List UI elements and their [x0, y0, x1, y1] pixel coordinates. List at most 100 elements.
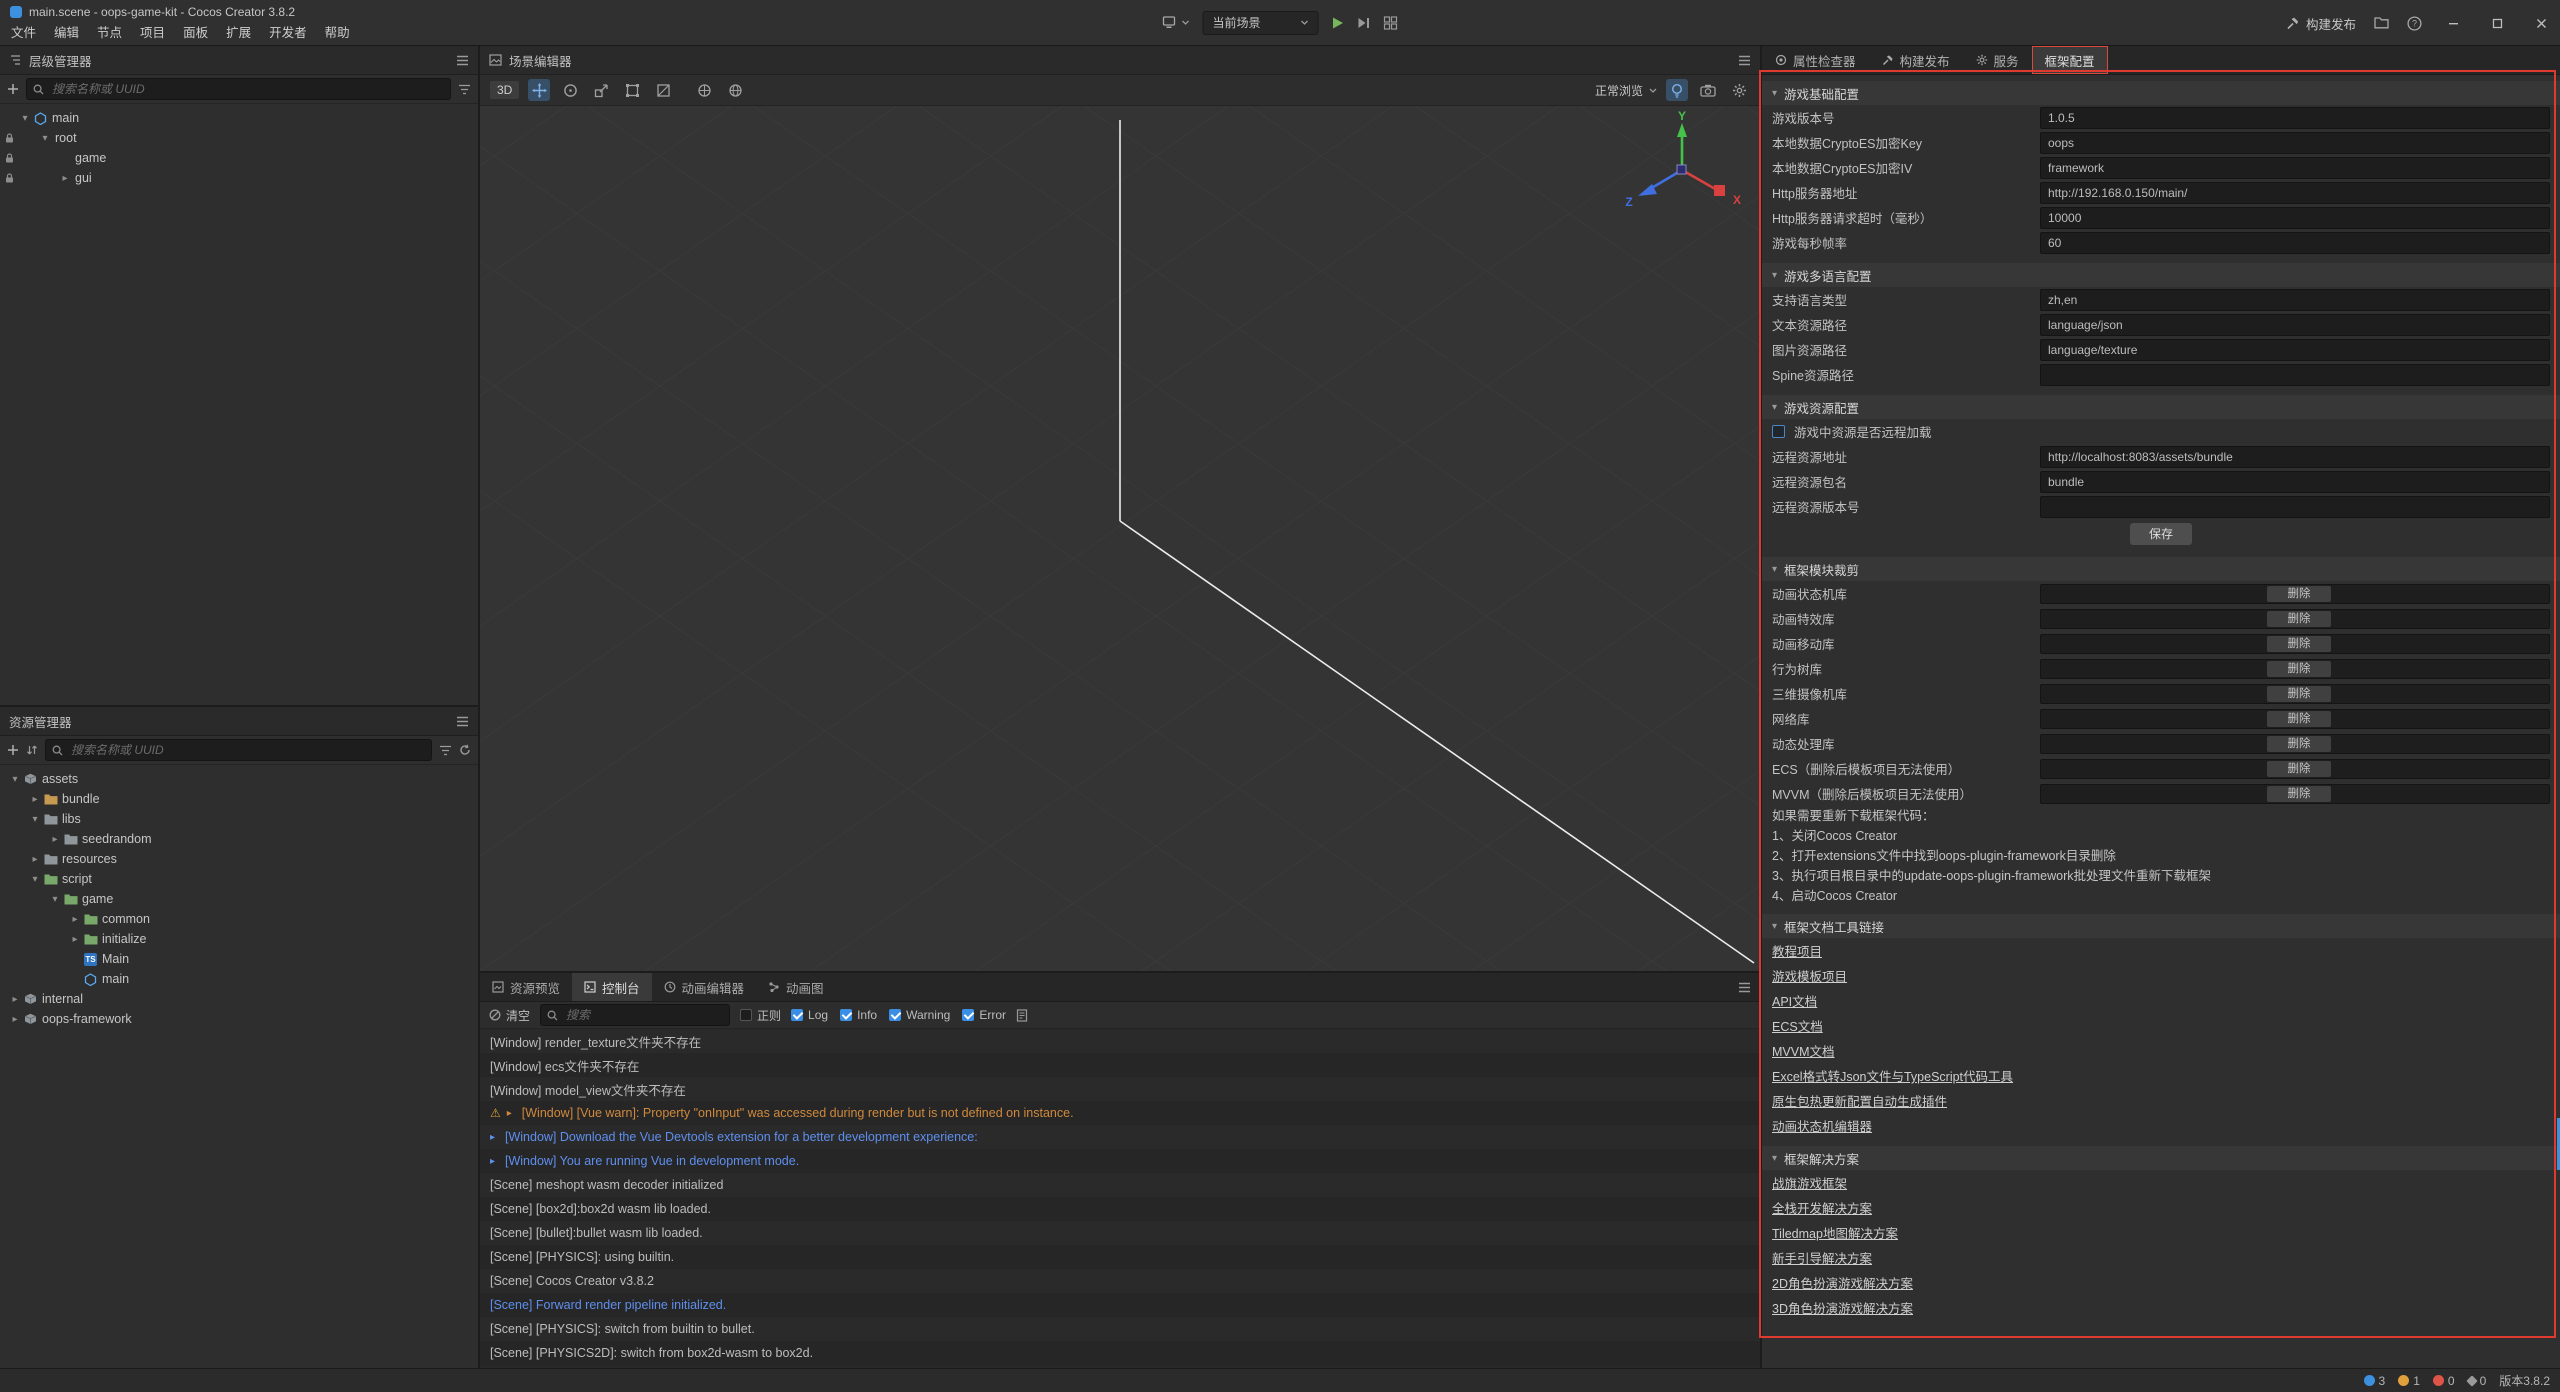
dimension-toggle[interactable]: 3D [490, 81, 519, 99]
info-count[interactable]: 3 [2364, 1374, 2386, 1388]
log-row[interactable]: [Window] render_texture文件夹不存在 [480, 1029, 1760, 1053]
field-input[interactable]: language/json [2040, 314, 2550, 336]
error-count[interactable]: 0 [2433, 1374, 2455, 1388]
log-row[interactable]: [Window] model_view文件夹不存在 [480, 1077, 1760, 1101]
field-input[interactable] [2040, 364, 2550, 386]
log-row[interactable]: [Scene] [PHYSICS]: switch from builtin t… [480, 1317, 1760, 1341]
delete-button[interactable]: 删除 [2267, 686, 2331, 702]
log-settings-icon[interactable] [1016, 1009, 1028, 1022]
checkbox-icon[interactable] [840, 1009, 852, 1021]
doc-link[interactable]: Excel格式转Json文件与TypeScript代码工具 [1772, 1066, 2013, 1085]
help-icon[interactable]: ? [2407, 16, 2422, 31]
inspector-tab-1[interactable]: 属性检查器 [1762, 46, 1869, 74]
solution-link[interactable]: 2D角色扮演游戏解决方案 [1772, 1273, 1913, 1292]
regex-toggle[interactable]: 正则 [740, 1007, 781, 1024]
field-input[interactable] [2040, 496, 2550, 518]
tree-node[interactable]: ▸gui [0, 168, 478, 188]
doc-link[interactable]: 动画状态机编辑器 [1772, 1116, 1872, 1135]
panel-menu-icon[interactable] [1738, 973, 1760, 1001]
log-row[interactable]: [Scene] meshopt wasm decoder initialized [480, 1173, 1760, 1197]
field-input[interactable]: framework [2040, 157, 2550, 179]
menu-item[interactable]: 文件 [2, 23, 45, 44]
assets-search[interactable] [45, 739, 432, 761]
console-tab[interactable]: 资源预览 [480, 973, 572, 1001]
tree-node[interactable]: game [0, 148, 478, 168]
tree-node[interactable]: TSMain [0, 949, 478, 969]
chevron-right-icon[interactable]: ▸ [8, 994, 22, 1005]
tree-node[interactable]: ▾root [0, 128, 478, 148]
remote-load-checkbox[interactable] [1772, 425, 1785, 438]
doc-link[interactable]: ECS文档 [1772, 1016, 1823, 1035]
hierarchy-search[interactable] [26, 78, 451, 100]
tree-node[interactable]: ▾game [0, 889, 478, 909]
inspector-tab-3[interactable]: 服务 [1963, 46, 2032, 74]
console-tab[interactable]: 动画图 [756, 973, 836, 1001]
inspector-tab-2[interactable]: 构建发布 [1869, 46, 1963, 74]
rect-tool-icon[interactable] [621, 79, 643, 101]
scale-tool-icon[interactable] [590, 79, 612, 101]
scene-select[interactable]: 当前场景 [1203, 11, 1319, 35]
sort-assets-icon[interactable] [26, 744, 38, 756]
log-row[interactable]: [Scene] [PHYSICS]: using builtin. [480, 1245, 1760, 1269]
rotate-tool-icon[interactable] [559, 79, 581, 101]
tree-node[interactable]: ▸bundle [0, 789, 478, 809]
add-asset-button[interactable] [7, 744, 19, 756]
delete-button[interactable]: 删除 [2267, 636, 2331, 652]
field-input[interactable]: language/texture [2040, 339, 2550, 361]
coordinate-toggle-icon[interactable] [724, 79, 746, 101]
tree-node[interactable]: ▾libs [0, 809, 478, 829]
doc-link[interactable]: MVVM文档 [1772, 1041, 1835, 1060]
log-row[interactable]: [Scene] [PHYSICS2D]: switch from box2d-w… [480, 1341, 1760, 1365]
menu-item[interactable]: 面板 [174, 23, 217, 44]
camera-settings-icon[interactable] [1697, 79, 1719, 101]
checkbox-icon[interactable] [889, 1009, 901, 1021]
maximize-button[interactable] [2484, 10, 2510, 36]
close-button[interactable] [2528, 10, 2554, 36]
doc-link[interactable]: 游戏模板项目 [1772, 966, 1847, 985]
pivot-toggle-icon[interactable] [693, 79, 715, 101]
log-filter-error[interactable]: Error [962, 1008, 1006, 1022]
chevron-right-icon[interactable]: ▸ [28, 794, 42, 805]
extra-count[interactable]: 0 [2468, 1374, 2487, 1388]
solution-link[interactable]: 全栈开发解决方案 [1772, 1198, 1872, 1217]
delete-button[interactable]: 删除 [2267, 586, 2331, 602]
log-row[interactable]: [Scene] Forward render pipeline initiali… [480, 1293, 1760, 1317]
menu-item[interactable]: 节点 [88, 23, 131, 44]
delete-button[interactable]: 删除 [2267, 761, 2331, 777]
preview-platform-select[interactable] [1163, 16, 1190, 29]
section-header[interactable]: ▾游戏资源配置 [1762, 395, 2560, 419]
chevron-down-icon[interactable]: ▾ [28, 874, 42, 885]
field-input[interactable]: bundle [2040, 471, 2550, 493]
transform-tool-icon[interactable] [652, 79, 674, 101]
field-input[interactable]: http://192.168.0.150/main/ [2040, 182, 2550, 204]
chevron-down-icon[interactable]: ▾ [28, 814, 42, 825]
menu-item[interactable]: 扩展 [217, 23, 260, 44]
console-tab[interactable]: 控制台 [572, 973, 652, 1001]
lock-icon[interactable] [5, 153, 14, 163]
console-search[interactable] [540, 1004, 730, 1026]
section-header[interactable]: ▾框架模块裁剪 [1762, 557, 2560, 581]
section-header[interactable]: ▾框架文档工具链接 [1762, 914, 2560, 938]
field-input[interactable]: 1.0.5 [2040, 107, 2550, 129]
chevron-right-icon[interactable]: ▸ [490, 1132, 505, 1143]
light-toggle-icon[interactable] [1666, 79, 1688, 101]
panel-menu-icon[interactable] [456, 55, 469, 66]
panel-menu-icon[interactable] [1738, 55, 1751, 66]
inspector-tab-4[interactable]: 框架配置 [2032, 46, 2108, 74]
layout-grid-icon[interactable] [1384, 16, 1398, 30]
view-mode-select[interactable]: 正常浏览 [1595, 82, 1657, 99]
tree-node[interactable]: ▸common [0, 909, 478, 929]
hierarchy-filter-icon[interactable] [458, 84, 471, 95]
tree-node[interactable]: main [0, 969, 478, 989]
console-search-input[interactable] [564, 1007, 723, 1023]
tree-node[interactable]: ▾main [0, 108, 478, 128]
delete-button[interactable]: 删除 [2267, 611, 2331, 627]
field-input[interactable]: http://localhost:8083/assets/bundle [2040, 446, 2550, 468]
panel-menu-icon[interactable] [456, 716, 469, 727]
warning-count[interactable]: 1 [2398, 1374, 2420, 1388]
log-row[interactable]: ⚠▸[Window] [Vue warn]: Property "onInput… [480, 1101, 1760, 1125]
hierarchy-search-input[interactable] [50, 81, 444, 97]
solution-link[interactable]: 战旗游戏框架 [1772, 1173, 1847, 1192]
solution-link[interactable]: Tiledmap地图解决方案 [1772, 1223, 1898, 1242]
delete-button[interactable]: 删除 [2267, 736, 2331, 752]
